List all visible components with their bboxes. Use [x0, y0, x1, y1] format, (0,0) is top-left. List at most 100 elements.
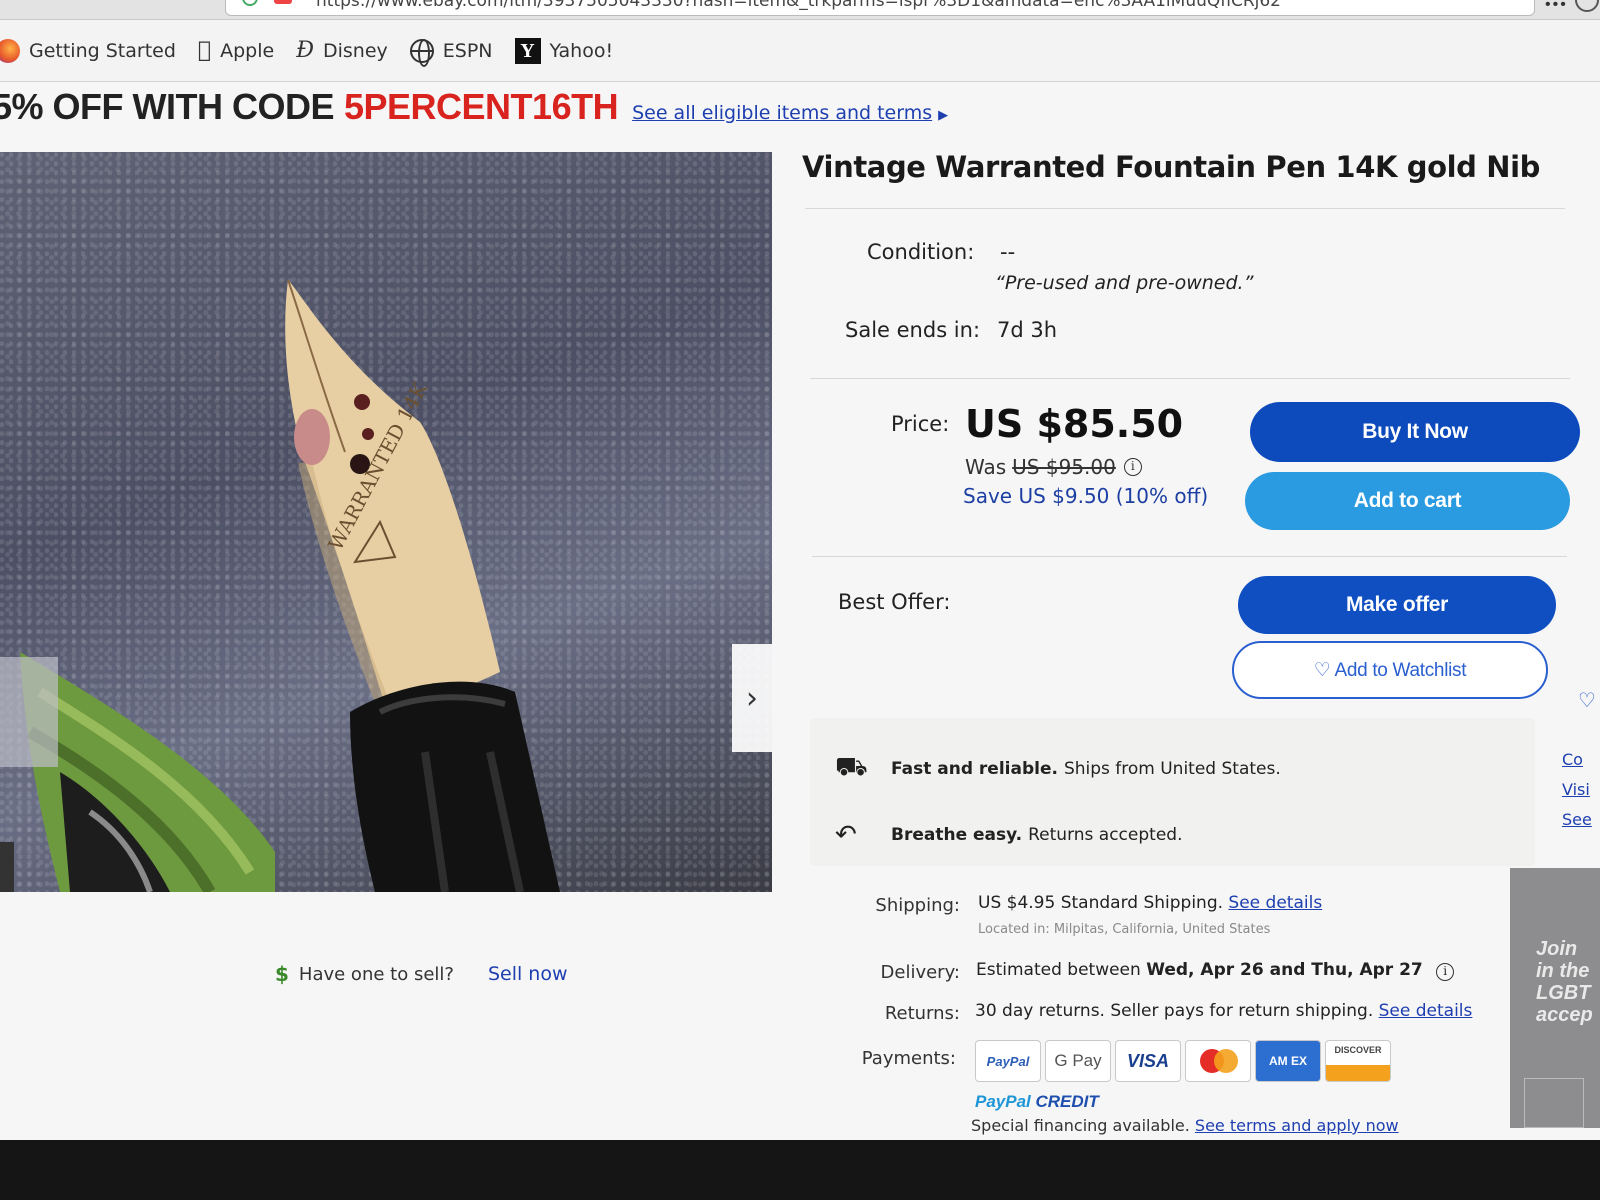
ad-text: Join in the LGBT accep	[1536, 938, 1593, 1026]
sidebar-ad[interactable]: Join in the LGBT accep	[1510, 868, 1600, 1128]
address-text[interactable]: https://www.ebay.com/itm/3937505043330?h…	[316, 0, 1281, 11]
mastercard-icon	[1185, 1040, 1251, 1082]
buy-it-now-button[interactable]: Buy It Now	[1250, 402, 1580, 462]
was-price: Was US $95.00 i	[965, 455, 1142, 479]
address-bar[interactable]: https://www.ebay.com/itm/3937505043330?h…	[225, 0, 1535, 16]
info-icon[interactable]: i	[1436, 963, 1455, 981]
shipping-label: Shipping:	[875, 895, 960, 916]
chevron-right-icon: ›	[746, 680, 758, 716]
promo-code: 5PERCENT16TH	[344, 86, 619, 127]
condition-label: Condition:	[867, 240, 975, 264]
bookmark-disney[interactable]: Ð Disney	[296, 38, 388, 63]
shipping-details-link[interactable]: See details	[1228, 893, 1322, 913]
firefox-icon	[0, 38, 20, 63]
thumbnail-strip[interactable]	[0, 657, 58, 767]
price-value: US $85.50	[965, 402, 1184, 446]
promo-terms-link[interactable]: See all eligible items and terms	[632, 102, 932, 124]
sale-ends-value: 7d 3h	[997, 318, 1058, 342]
fountain-pen-nib-photo: WARRANTED 14K	[20, 279, 560, 892]
payment-methods: PayPal G Pay VISA AM EX DISCOVER	[975, 1040, 1395, 1082]
bookmark-apple[interactable]:  Apple	[198, 38, 274, 63]
heart-icon[interactable]: ♡	[1578, 688, 1596, 713]
returns-value: 30 day returns. Seller pays for return s…	[975, 1001, 1472, 1021]
make-offer-button[interactable]: Make offer	[1238, 576, 1556, 634]
bookmark-espn[interactable]: ESPN	[409, 38, 493, 67]
bookmark-label: Yahoo!	[536, 39, 614, 62]
truck-icon: ⛟	[835, 752, 868, 782]
yahoo-icon: Y	[514, 37, 541, 64]
bookmark-getting-started[interactable]: Getting Started	[0, 38, 176, 63]
payments-label: Payments:	[861, 1048, 956, 1069]
perk-text: Returns accepted.	[1028, 825, 1183, 845]
thumbnail-strip-edge[interactable]	[0, 842, 14, 892]
delivery-label: Delivery:	[880, 962, 960, 983]
sell-now-link[interactable]: Sell now	[488, 963, 568, 985]
screen: https://www.ebay.com/itm/3937505043330?h…	[0, 0, 1600, 1160]
seller-links: Co Visi See	[1562, 745, 1592, 835]
delivery-prefix: Estimated between	[976, 960, 1141, 980]
globe-icon	[409, 38, 434, 67]
amex-icon: AM EX	[1255, 1040, 1321, 1082]
was-label: Was	[965, 455, 1007, 479]
perk-shipping: ⛟ Fast and reliable. Ships from United S…	[835, 752, 1281, 786]
monitor-bezel	[0, 1140, 1600, 1200]
discover-icon: DISCOVER	[1325, 1040, 1391, 1082]
returns-text: 30 day returns. Seller pays for return s…	[975, 1001, 1374, 1021]
add-to-watchlist-button[interactable]: ♡ Add to Watchlist	[1232, 641, 1548, 699]
bookmark-label: Disney	[309, 39, 388, 62]
shipping-value: US $4.95 Standard Shipping. See details	[978, 893, 1322, 913]
returns-details-link[interactable]: See details	[1379, 1001, 1473, 1021]
title-divider	[805, 208, 1565, 209]
paypal-icon: PayPal	[975, 1040, 1041, 1082]
paypal-word: PayPal	[975, 1092, 1031, 1111]
play-arrow-icon: ▶	[938, 107, 949, 122]
paypal-credit-logo: PayPal CREDIT	[975, 1092, 1099, 1112]
perk-heading: Breathe easy.	[891, 825, 1023, 845]
seller-link[interactable]: Visi	[1562, 775, 1592, 805]
promo-text: 5% OFF WITH CODE	[0, 86, 335, 127]
financing-apply-link[interactable]: See terms and apply now	[1195, 1116, 1399, 1135]
delivery-dates: Wed, Apr 26 and Thu, Apr 27	[1146, 960, 1423, 980]
product-image[interactable]: WARRANTED 14K ›	[0, 152, 772, 892]
ebay-favicon-icon	[274, 0, 292, 4]
condition-value: --	[1000, 240, 1016, 264]
condition-quote: “Pre-used and pre-owned.”	[995, 272, 1254, 294]
browser-toolbar: https://www.ebay.com/itm/3937505043330?h…	[0, 0, 1600, 20]
visa-icon: VISA	[1115, 1040, 1181, 1082]
extension-icon[interactable]	[1575, 0, 1599, 12]
financing-note: Special financing available. See terms a…	[971, 1116, 1399, 1135]
add-to-cart-button[interactable]: Add to cart	[1245, 472, 1570, 530]
site-info-icon[interactable]	[242, 0, 258, 6]
info-icon[interactable]: i	[1123, 458, 1142, 476]
promo-banner: 5% OFF WITH CODE 5PERCENT16TH See all el…	[0, 86, 948, 132]
best-offer-label: Best Offer:	[838, 590, 951, 614]
sell-question: Have one to sell?	[298, 963, 454, 985]
sale-ends-label: Sale ends in:	[845, 318, 981, 342]
savings-text: Save US $9.50 (10% off)	[963, 484, 1209, 508]
original-price: US $95.00	[1012, 455, 1116, 479]
page-actions-menu-icon[interactable]: •••	[1545, 0, 1568, 14]
shipping-cost: US $4.95 Standard Shipping.	[978, 893, 1224, 913]
ad-badge	[1524, 1078, 1584, 1128]
price-divider	[810, 378, 1570, 379]
financing-text: Special financing available.	[971, 1116, 1190, 1135]
delivery-value: Estimated between Wed, Apr 26 and Thu, A…	[976, 960, 1455, 981]
bookmark-label: Apple	[206, 39, 274, 62]
seller-link[interactable]: Co	[1562, 745, 1592, 775]
bookmark-yahoo[interactable]: Y Yahoo!	[514, 37, 614, 64]
returns-label: Returns:	[884, 1003, 960, 1024]
item-location: Located in: Milpitas, California, United…	[978, 922, 1271, 937]
next-image-button[interactable]: ›	[732, 644, 772, 752]
disney-icon: Ð	[283, 38, 314, 63]
bookmark-label: Getting Started	[29, 39, 176, 62]
google-pay-icon: G Pay	[1045, 1040, 1111, 1082]
return-arrow-icon: ↶	[835, 820, 857, 850]
item-title: Vintage Warranted Fountain Pen 14K gold …	[802, 150, 1541, 184]
perk-text: Ships from United States.	[1063, 759, 1281, 779]
perk-returns: ↶ Breathe easy. Returns accepted.	[835, 820, 1182, 850]
apple-icon: 	[198, 38, 211, 63]
sell-prompt: $ Have one to sell? Sell now	[275, 962, 568, 986]
perk-heading: Fast and reliable.	[891, 759, 1058, 779]
credit-word: CREDIT	[1035, 1092, 1099, 1111]
seller-link[interactable]: See	[1562, 805, 1592, 835]
